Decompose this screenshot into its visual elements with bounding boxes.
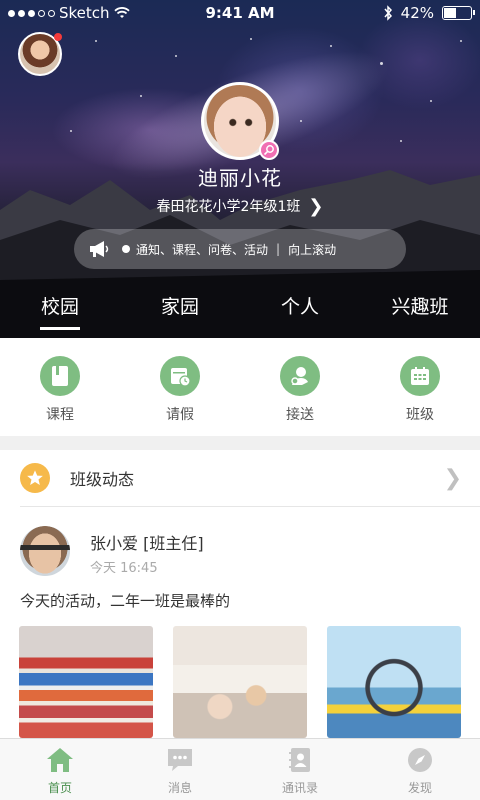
tab-personal[interactable]: 个人: [240, 282, 360, 338]
action-class-button[interactable]: 班级: [360, 338, 480, 436]
category-tabs: 校园 家园 个人 兴趣班: [0, 282, 480, 338]
compass-icon: [408, 748, 432, 772]
class-feed-title: 班级动态: [70, 470, 135, 489]
pickup-person-icon: [280, 356, 320, 396]
class-feed-header[interactable]: 班级动态 ❯: [0, 450, 480, 506]
tabbar-messages[interactable]: 消息: [120, 739, 240, 800]
post-photos: [19, 626, 463, 738]
chat-icon: [168, 749, 192, 771]
bottom-tab-bar: 首页 消息 通讯录 发现: [0, 738, 480, 800]
signal-strength-icon: [8, 9, 55, 17]
action-leave-button[interactable]: 请假: [120, 338, 240, 436]
tabbar-discover-label: 发现: [407, 781, 432, 795]
notice-text: 通知、课程、问卷、活动: [136, 242, 269, 257]
star-icon: [20, 463, 50, 493]
tab-campus[interactable]: 校园: [0, 282, 120, 338]
action-pickup-button[interactable]: 接送: [240, 338, 360, 436]
feed-divider: [20, 506, 480, 507]
bullet-dot: [122, 245, 130, 253]
post-time: 今天 16:45: [90, 561, 158, 576]
action-course-label: 课程: [46, 407, 74, 423]
profile-header: Sketch 9:41 AM 42% 迪丽小花 春田花花小学2年级1班 ❯ 通知…: [0, 0, 480, 338]
status-time: 9:41 AM: [205, 4, 275, 22]
post-author[interactable]: 张小爱 [班主任]: [90, 530, 204, 554]
action-course-button[interactable]: 课程: [0, 338, 120, 436]
tabbar-messages-label: 消息: [167, 781, 192, 795]
student-name: 迪丽小花: [198, 166, 282, 190]
notification-dot: [54, 33, 62, 41]
megaphone-icon: [90, 241, 109, 257]
carrier-name: Sketch: [59, 4, 110, 22]
school-class-link[interactable]: 春田花花小学2年级1班 ❯: [0, 196, 480, 217]
section-divider: [0, 436, 480, 450]
school-class-label: 春田花花小学2年级1班: [156, 199, 301, 215]
tabbar-home[interactable]: 首页: [0, 739, 120, 800]
action-class-label: 班级: [406, 407, 434, 423]
home-icon: [47, 748, 73, 772]
contacts-icon: [289, 748, 310, 772]
calendar-clock-icon: [160, 356, 200, 396]
action-leave-label: 请假: [166, 407, 194, 423]
tab-interest-class[interactable]: 兴趣班: [360, 282, 480, 338]
quick-actions: 课程 请假 接送 班级: [0, 338, 480, 436]
notice-bar[interactable]: 通知、课程、问卷、活动 | 向上滚动: [74, 229, 406, 269]
battery-icon: [442, 6, 475, 20]
battery-percent: 42%: [400, 4, 434, 22]
post-text: 今天的活动，二年一班是最棒的: [20, 592, 231, 610]
tab-home[interactable]: 家园: [120, 282, 240, 338]
tabbar-contacts-label: 通讯录: [281, 781, 318, 795]
bluetooth-icon: [384, 5, 392, 21]
post-photo-books[interactable]: [19, 626, 153, 738]
search-icon[interactable]: [259, 140, 279, 160]
wifi-icon: [113, 7, 130, 18]
status-bar: Sketch 9:41 AM 42%: [0, 0, 480, 26]
tabbar-contacts[interactable]: 通讯录: [240, 739, 360, 800]
post-photo-room[interactable]: [173, 626, 307, 738]
teacher-avatar[interactable]: [20, 526, 70, 576]
action-pickup-label: 接送: [286, 407, 314, 423]
chevron-right-icon: ❯: [443, 465, 462, 491]
notice-separator: |: [276, 242, 281, 256]
tabbar-home-label: 首页: [47, 781, 72, 795]
tabbar-discover[interactable]: 发现: [360, 739, 480, 800]
calendar-grid-icon: [400, 356, 440, 396]
notice-hint: 向上滚动: [288, 242, 337, 257]
post-photo-park[interactable]: [327, 626, 461, 738]
book-icon: [40, 356, 80, 396]
chevron-right-icon: ❯: [308, 196, 324, 217]
